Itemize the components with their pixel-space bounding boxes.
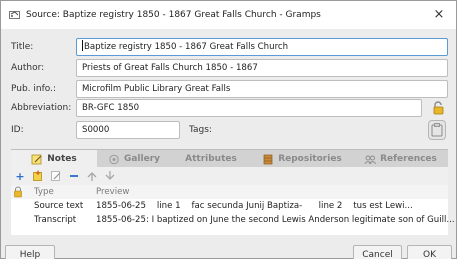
pubinfo-field[interactable]: Microfilm Public Library Great Falls [76, 80, 448, 98]
abbreviation-field[interactable]: BR-GFC 1850 [76, 99, 422, 117]
share-existing-icon[interactable] [29, 167, 47, 185]
title-row: Title: Baptize registry 1850 - 1867 Grea… [1, 38, 457, 56]
tab-notes[interactable]: Notes [11, 150, 97, 168]
author-row: Author: Priests of Great Falls Church 18… [1, 59, 457, 77]
title-value: Baptize registry 1850 - 1867 Great Falls… [84, 42, 289, 52]
author-field[interactable]: Priests of Great Falls Church 1850 - 186… [76, 59, 448, 77]
column-header-preview[interactable]: Preview [96, 185, 129, 199]
tab-gallery[interactable]: Gallery [97, 150, 171, 168]
id-label: ID: [11, 125, 24, 135]
pubinfo-value: Microfilm Public Library Great Falls [82, 84, 231, 94]
note-type: Source text [34, 201, 84, 211]
title-label: Title: [11, 42, 34, 52]
tab-references-label: References [380, 154, 437, 164]
pubinfo-row: Pub. info.: Microfilm Public Library Gre… [1, 80, 457, 98]
references-icon [364, 154, 377, 165]
tab-attributes[interactable]: Attributes [171, 150, 251, 168]
list-item[interactable]: Source text 1855-06-25 line 1 fac secund… [11, 200, 448, 213]
edit-icon[interactable] [47, 167, 65, 185]
ok-button[interactable]: OK [407, 245, 452, 259]
cancel-button[interactable]: Cancel [353, 245, 402, 259]
add-icon[interactable]: + [11, 167, 29, 185]
privacy-lock-icon[interactable] [429, 99, 447, 117]
list-item[interactable]: Transcript 1855-06-25: I baptized on Jun… [11, 214, 455, 227]
tag-clipboard-icon [431, 123, 443, 137]
title-field[interactable]: Baptize registry 1850 - 1867 Great Falls… [76, 38, 448, 56]
gallery-icon [108, 154, 120, 165]
abbreviation-row: Abbreviation: BR-GFC 1850 [1, 99, 457, 117]
column-header-type[interactable]: Type [34, 185, 54, 199]
note-preview: 1855-06-25: I baptized on June the secon… [96, 215, 455, 225]
remove-icon[interactable] [65, 167, 83, 185]
help-button[interactable]: Help [5, 245, 55, 259]
tab-bar: Notes Gallery Attributes Repositories Re… [11, 149, 448, 168]
note-type: Transcript [34, 215, 77, 225]
title-bar: Source: Baptize registry 1850 - 1867 Gre… [1, 1, 456, 29]
notes-list[interactable]: Type Preview Source text 1855-06-25 line… [11, 185, 455, 235]
author-value: Priests of Great Falls Church 1850 - 186… [82, 63, 258, 73]
notes-toolbar: + [11, 167, 448, 185]
tab-repositories[interactable]: Repositories [251, 150, 353, 168]
source-editor-window: Source: Baptize registry 1850 - 1867 Gre… [0, 0, 457, 259]
tab-references[interactable]: References [353, 150, 448, 168]
list-header: Type Preview [11, 185, 448, 199]
note-preview: 1855-06-25 line 1 fac secunda Junij Bapt… [96, 201, 413, 211]
move-down-icon[interactable] [101, 167, 119, 185]
tab-attributes-label: Attributes [185, 154, 237, 164]
move-up-icon[interactable] [83, 167, 101, 185]
pubinfo-label: Pub. info.: [11, 84, 57, 94]
window-title: Source: Baptize registry 1850 - 1867 Gre… [26, 10, 321, 20]
author-label: Author: [11, 63, 45, 73]
gramps-app-icon [9, 10, 21, 20]
id-value: S0000 [82, 125, 110, 135]
tab-gallery-label: Gallery [123, 154, 161, 164]
tab-notes-label: Notes [47, 154, 77, 164]
tab-repositories-label: Repositories [278, 154, 342, 164]
edit-tags-button[interactable] [428, 120, 446, 140]
close-button[interactable]: × [432, 8, 446, 22]
note-icon [31, 154, 43, 165]
text-caret [82, 40, 83, 51]
repository-icon [262, 154, 274, 165]
abbreviation-value: BR-GFC 1850 [82, 103, 140, 113]
tags-label: Tags: [189, 125, 212, 135]
abbreviation-label: Abbreviation: [11, 103, 72, 113]
id-field[interactable]: S0000 [76, 121, 180, 139]
id-row: ID: S0000 Tags: [1, 120, 457, 140]
